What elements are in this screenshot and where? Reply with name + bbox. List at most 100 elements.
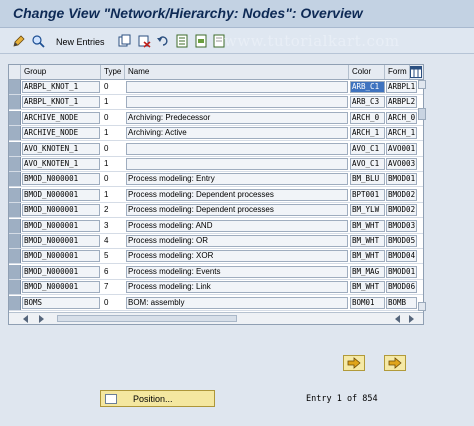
cell-name[interactable] <box>126 158 348 170</box>
table-row[interactable]: ARBPL_KNOT_1 0 ARB_C1 ARBPL1 <box>9 80 423 95</box>
cell-color[interactable]: ARB_C3 <box>350 96 385 109</box>
cell-type[interactable]: 1 <box>102 95 124 109</box>
table-row[interactable]: BMOD_N000001 1 Process modeling: Dependent… <box>9 187 423 203</box>
table-row[interactable]: BMOD_N000001 2 Process modeling: Dependent… <box>9 203 423 219</box>
vertical-scrollbar[interactable] <box>418 80 426 311</box>
row-selector[interactable] <box>9 280 21 295</box>
cell-form[interactable]: BMOD05 <box>386 235 417 247</box>
cell-group[interactable]: ARBPL_KNOT_1 <box>22 81 100 93</box>
cell-name[interactable]: Archiving: Predecessor <box>126 111 348 124</box>
row-selector[interactable] <box>9 95 21 110</box>
cell-type[interactable]: 0 <box>102 80 124 94</box>
cell-color[interactable]: BM_MAG <box>350 265 385 278</box>
cell-color[interactable]: BM_WHT <box>350 281 385 294</box>
table-row[interactable]: ARBPL_KNOT_1 1 ARB_C3 ARBPL2 <box>9 95 423 111</box>
cell-name[interactable]: Process modeling: Entry <box>126 173 348 186</box>
cell-group[interactable]: ARCHIVE_NODE <box>22 111 100 124</box>
cell-group[interactable]: AVO_KNOTEN_1 <box>22 142 100 155</box>
cell-type[interactable]: 2 <box>102 203 124 217</box>
cell-group[interactable]: BMOD_N000001 <box>22 281 100 294</box>
row-selector[interactable] <box>9 295 21 310</box>
cell-type[interactable]: 1 <box>102 126 124 140</box>
horizontal-scroll-thumb[interactable] <box>57 315 237 322</box>
scroll-thumb[interactable] <box>418 108 426 120</box>
cell-color[interactable]: ARB_C1 <box>350 81 385 93</box>
cell-type[interactable]: 1 <box>102 188 124 202</box>
cell-color[interactable]: AVO_C1 <box>350 158 385 170</box>
scroll-right-arrow-icon[interactable] <box>39 315 44 323</box>
cell-color[interactable]: BOM01 <box>350 296 385 309</box>
cell-color[interactable]: BPT001 <box>350 188 385 201</box>
cell-form[interactable]: ARCH_0 <box>386 111 417 124</box>
edit-pencil-icon[interactable] <box>12 34 26 48</box>
cell-type[interactable]: 4 <box>102 234 124 248</box>
delete-icon[interactable] <box>137 34 151 48</box>
cell-group[interactable]: BMOD_N000001 <box>22 204 100 217</box>
cell-color[interactable]: ARCH_1 <box>350 127 385 140</box>
cell-form[interactable]: BOMB <box>386 296 417 309</box>
cell-color[interactable]: BM_WHT <box>350 219 385 232</box>
row-selector[interactable] <box>9 249 21 264</box>
cell-group[interactable]: BMOD_N000001 <box>22 265 100 278</box>
position-button[interactable]: Position... <box>100 390 215 407</box>
table-row[interactable]: ARCHIVE_NODE 1 Archiving: Active ARCH_1 ARCH… <box>9 126 423 142</box>
table-row[interactable]: BMOD_N000001 6 Process modeling: Events BM_… <box>9 264 423 280</box>
scroll-down-button[interactable] <box>418 302 426 311</box>
cell-type[interactable]: 3 <box>102 219 124 233</box>
table-row[interactable]: AVO_KNOTEN_1 1 AVO_C1 AVO003 <box>9 157 423 172</box>
column-header-group[interactable]: Group <box>21 65 101 79</box>
cell-name[interactable]: Process modeling: Events <box>126 265 348 278</box>
column-header-type[interactable]: Type <box>101 65 125 79</box>
scroll-right-end-arrow-icon[interactable] <box>409 315 414 323</box>
cell-form[interactable]: ARBPL2 <box>386 96 417 109</box>
cell-color[interactable]: AVO_C1 <box>350 142 385 155</box>
scroll-up-button[interactable] <box>418 80 426 89</box>
table-row[interactable]: BOMS 0 BOM: assembly BOM01 BOMB <box>9 295 423 311</box>
cell-group[interactable]: BMOD_N000001 <box>22 235 100 247</box>
cell-group[interactable]: AVO_KNOTEN_1 <box>22 158 100 170</box>
table-row[interactable]: BMOD_N000001 3 Process modeling: AND BM_WHT… <box>9 218 423 234</box>
row-selector[interactable] <box>9 141 21 156</box>
cell-group[interactable]: BMOD_N000001 <box>22 188 100 201</box>
select-all-rows-cell[interactable] <box>9 65 21 79</box>
cell-group[interactable]: BOMS <box>22 296 100 309</box>
table-row[interactable]: ARCHIVE_NODE 0 Archiving: Predecessor ARCH_… <box>9 110 423 126</box>
row-selector[interactable] <box>9 203 21 218</box>
cell-color[interactable]: BM_WHT <box>350 250 385 263</box>
table-row[interactable]: BMOD_N000001 5 Process modeling: XOR BM_WHT… <box>9 249 423 265</box>
new-entries-button[interactable]: New Entries <box>56 37 105 47</box>
cell-form[interactable]: BMOD02 <box>386 204 417 217</box>
row-selector[interactable] <box>9 110 21 125</box>
cell-group[interactable]: BMOD_N000001 <box>22 173 100 186</box>
previous-entries-button[interactable] <box>343 355 365 371</box>
cell-group[interactable]: BMOD_N000001 <box>22 250 100 263</box>
row-selector[interactable] <box>9 80 21 94</box>
scroll-left-end-arrow-icon[interactable] <box>395 315 400 323</box>
table-settings-icon[interactable] <box>410 66 422 78</box>
cell-type[interactable]: 0 <box>102 172 124 186</box>
cell-name[interactable] <box>126 81 348 93</box>
cell-form[interactable]: BMOD01 <box>386 265 417 278</box>
table-row[interactable]: BMOD_N000001 7 Process modeling: Link BM_WH… <box>9 280 423 296</box>
table-row[interactable]: AVO_KNOTEN_1 0 AVO_C1 AVO001 <box>9 141 423 157</box>
table-row[interactable]: BMOD_N000001 4 Process modeling: OR BM_WHT B… <box>9 234 423 249</box>
cell-color[interactable]: BM_WHT <box>350 235 385 247</box>
select-all-icon[interactable] <box>175 34 189 48</box>
cell-form[interactable]: ARBPL1 <box>386 81 417 93</box>
select-block-icon[interactable] <box>194 34 208 48</box>
column-header-name[interactable]: Name <box>125 65 349 79</box>
cell-form[interactable]: BMOD04 <box>386 250 417 263</box>
horizontal-scrollbar[interactable] <box>9 312 423 324</box>
row-selector[interactable] <box>9 157 21 171</box>
cell-name[interactable]: Process modeling: AND <box>126 219 348 232</box>
cell-color[interactable]: BM_BLU <box>350 173 385 186</box>
cell-group[interactable]: ARCHIVE_NODE <box>22 127 100 140</box>
cell-type[interactable]: 0 <box>102 296 124 310</box>
scroll-left-arrow-icon[interactable] <box>23 315 28 323</box>
cell-form[interactable]: BMOD01 <box>386 173 417 186</box>
cell-name[interactable]: Process modeling: Link <box>126 281 348 294</box>
cell-name[interactable]: Archiving: Active <box>126 127 348 140</box>
row-selector[interactable] <box>9 187 21 202</box>
cell-name[interactable] <box>126 96 348 109</box>
cell-name[interactable] <box>126 142 348 155</box>
